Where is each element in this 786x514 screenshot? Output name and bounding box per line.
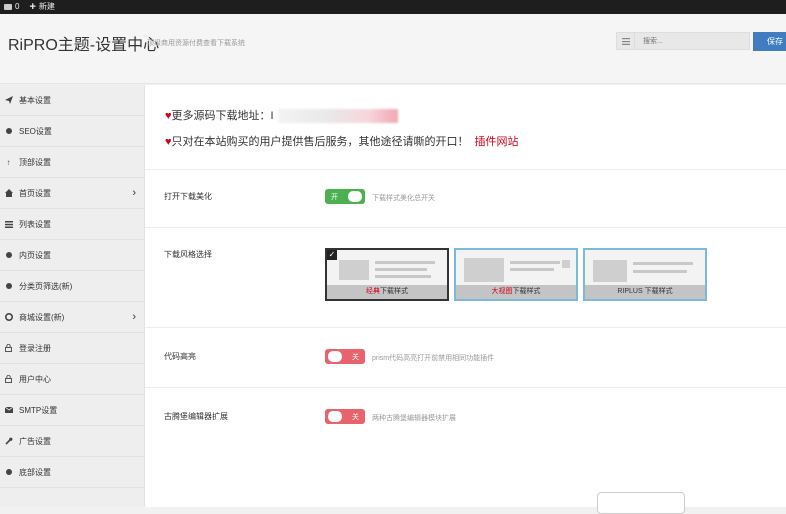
notice-download-text: 更多源码下载地址： [171,110,271,122]
toggle-knob [328,351,342,362]
dot-icon [4,127,13,136]
dot-icon [4,282,13,291]
setting-label: 打开下载美化 [164,192,212,201]
setting-row-code-highlight: 代码高亮 关 prism代码高亮打开前禁用相同功能插件 [145,327,786,388]
page-subtitle: 顶级商用资源付费查看下载系统 [147,40,245,47]
toggle-label: 关 [352,354,359,361]
download-style-option-classic[interactable]: ✓ 经典下载样式 [325,248,449,301]
setting-label: 古腾堡编辑器扩展 [164,412,228,421]
notice-service-text: 只对在本站购买的用户提供售后服务，其他途径请嘶的开口！ [171,136,469,148]
setting-description: prism代码高亮打开前禁用相同功能插件 [372,355,495,362]
setting-description: 下载样式美化总开关 [372,195,435,202]
setting-label: 下载风格选择 [164,250,212,259]
envelope-icon [4,406,13,415]
lock-icon [4,375,13,384]
toggle-knob [328,411,342,422]
comments-count: 0 [15,2,20,11]
sidebar-item-label: 列表设置 [19,219,51,229]
sidebar-item-home[interactable]: 首页设置 › [0,178,144,209]
list-icon [4,220,13,229]
notice-box: ♥更多源码下载地址：I ♥只对在本站购买的用户提供售后服务，其他途径请嘶的开口！… [145,85,786,170]
sidebar-item-label: 底部设置 [19,467,51,477]
sidebar-item-ads[interactable]: 广告设置 [0,426,144,457]
sidebar-item-label: 基本设置 [19,95,51,105]
save-button[interactable]: 保存 [753,32,786,51]
code-highlight-toggle[interactable]: 关 [325,349,365,364]
plugin-site-link[interactable]: 插件网站 [475,136,519,148]
style-caption: RIPLUS 下载样式 [585,285,705,299]
sidebar-item-inner-page[interactable]: 内页设置 [0,240,144,271]
download-style-option-riplus[interactable]: RIPLUS 下载样式 [583,248,707,301]
search-box [616,32,750,50]
sidebar-item-label: 内页设置 [19,250,51,260]
home-icon [4,189,13,198]
toggle-knob [348,191,362,202]
notice-line-download: ♥更多源码下载地址：I [165,107,398,124]
search-input[interactable] [635,36,749,46]
style-preview [335,258,439,284]
sidebar-item-label: 商城设置(新) [19,312,65,322]
new-label: 新建 [38,2,55,11]
setting-description: 两种古腾堡编辑器模块扩展 [372,415,456,422]
toggle-label: 开 [331,194,338,201]
sidebar-item-seo[interactable]: SEO设置 [0,116,144,147]
dot-icon [4,468,13,477]
sidebar-item-label: SEO设置 [19,126,52,136]
lock-icon [4,344,13,353]
sidebar-item-label: 顶部设置 [19,157,51,167]
admin-bar: 0 + 新建 [0,0,786,14]
chevron-right-icon: › [132,311,136,323]
gear-icon [4,313,13,322]
plus-icon: + [29,1,36,13]
style-preview [464,258,570,284]
setting-row-download-beautify: 打开下载美化 开 下载样式美化总开关 [145,169,786,228]
style-caption: 经典下载样式 [327,285,447,299]
download-style-option-large[interactable]: 大视图下载样式 [454,248,578,301]
page-title: RiPRO主题-设置中心 [8,37,160,54]
sidebar-item-label: 广告设置 [19,436,51,446]
new-content-menu[interactable]: + 新建 [29,0,54,14]
sidebar-item-category-filter[interactable]: 分类页筛选(新) [0,271,144,302]
settings-main: ♥更多源码下载地址：I ♥只对在本站购买的用户提供售后服务，其他途径请嘶的开口！… [145,85,786,507]
notice-download-suffix: I [270,110,274,122]
sidebar-item-login[interactable]: 登录注册 [0,333,144,364]
gutenberg-toggle[interactable]: 关 [325,409,365,424]
sidebar-item-user-center[interactable]: 用户中心 [0,364,144,395]
style-preview [593,258,697,284]
sidebar-item-list[interactable]: 列表设置 [0,209,144,240]
sidebar-item-shop[interactable]: 商城设置(新) › [0,302,144,333]
comments-menu[interactable]: 0 [4,0,19,14]
notice-line-service: ♥只对在本站购买的用户提供售后服务，其他途径请嘶的开口！ 插件网站 [165,133,519,149]
toggle-label: 关 [352,414,359,421]
paper-plane-icon [4,96,13,105]
sidebar-item-top[interactable]: ↑ 顶部设置 [0,147,144,178]
comment-icon [4,4,12,10]
setting-label: 代码高亮 [164,352,196,361]
download-beautify-toggle[interactable]: 开 [325,189,365,204]
blurred-url [277,109,398,124]
sidebar-item-label: SMTP设置 [19,405,58,415]
setting-row-gutenberg: 古腾堡编辑器扩展 关 两种古腾堡编辑器模块扩展 [145,387,786,447]
sidebar-item-label: 用户中心 [19,374,51,384]
sidebar-item-basic[interactable]: 基本设置 [0,85,144,116]
settings-sidebar: 基本设置 SEO设置 ↑ 顶部设置 首页设置 › 列表设置 内页设置 分类页筛选… [0,85,145,507]
sidebar-item-smtp[interactable]: SMTP设置 [0,395,144,426]
style-caption: 大视图下载样式 [456,285,576,299]
arrow-up-icon: ↑ [6,157,11,167]
sidebar-item-label: 首页设置 [19,188,51,198]
wrench-icon [4,437,13,446]
list-search-icon [617,33,636,49]
sidebar-item-footer[interactable]: 底部设置 [0,457,144,488]
chevron-right-icon: › [132,187,136,199]
floating-popup [597,492,685,514]
sidebar-item-label: 登录注册 [19,343,51,353]
sidebar-item-label: 分类页筛选(新) [19,281,73,291]
dot-icon [4,251,13,260]
